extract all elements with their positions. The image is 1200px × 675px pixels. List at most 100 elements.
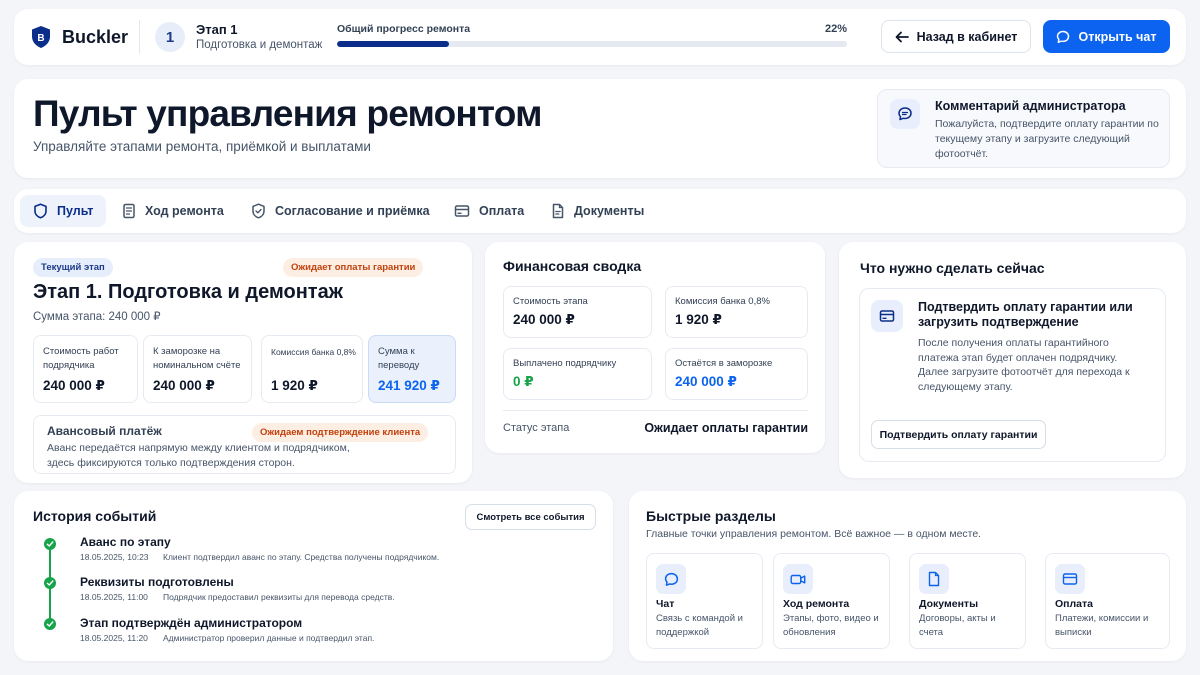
- tab-label: Пульт: [57, 204, 94, 218]
- metric-frozen-amount: К заморозке на номинальном счёте 240 000…: [143, 335, 252, 403]
- finance-bank-commission: Комиссия банка 0,8% 1 920 ₽: [665, 286, 808, 338]
- quick-item-title: Ход ремонта: [783, 598, 850, 610]
- quick-title: Быстрые разделы: [646, 508, 776, 524]
- admin-comment-text: Пожалуйста, подтвердите оплату гарантии …: [935, 118, 1159, 160]
- metric-contractor-cost: Стоимость работ подрядчика 240 000 ₽: [33, 335, 138, 403]
- finance-divider: [503, 410, 808, 411]
- finance-label: Выплачено подрядчику: [513, 358, 617, 369]
- check-icon: [44, 618, 56, 630]
- event-meta: 18.05.2025, 10:23 Клиент подтвердил аванс…: [80, 552, 439, 562]
- message-icon: [890, 99, 920, 129]
- metric-label: Стоимость работ подрядчика: [43, 346, 119, 371]
- card-icon: [1055, 564, 1085, 594]
- finance-status-value: Ожидает оплаты гарантии: [644, 421, 808, 435]
- file-icon: [919, 564, 949, 594]
- quick-documents[interactable]: Документы Договоры, акты и счета: [909, 553, 1026, 649]
- tab-dashboard[interactable]: Пульт: [20, 195, 107, 227]
- tab-documents[interactable]: Документы: [538, 195, 657, 227]
- progress-bar-fill: [337, 41, 450, 47]
- finance-label: Остаётся в заморозке: [675, 358, 773, 369]
- check-icon: [44, 538, 56, 550]
- quick-progress[interactable]: Ход ремонта Этапы, фото, видео и обновле…: [773, 553, 890, 649]
- quick-item-text: Договоры, акты и счета: [919, 613, 996, 638]
- current-stage-badge: Текущий этап: [33, 258, 113, 277]
- event-title: Реквизиты подготовлены: [80, 575, 234, 589]
- event-text: Администратор проверил данные и подтверд…: [163, 633, 375, 643]
- header-divider: [139, 20, 140, 54]
- metric-value: 240 000 ₽: [153, 378, 215, 393]
- tab-label: Ход ремонта: [145, 204, 224, 218]
- confirm-guarantee-payment-button[interactable]: Подтвердить оплату гарантии: [871, 420, 1046, 449]
- finance-label: Стоимость этапа: [513, 296, 588, 307]
- event-meta: 18.05.2025, 11:00 Подрядчик предоставил р…: [80, 592, 395, 602]
- event-date: 18.05.2025, 11:20: [80, 633, 148, 643]
- logo-shield-icon: B: [30, 25, 52, 49]
- header-stage-subtitle: Подготовка и демонтаж: [196, 39, 323, 51]
- stage-sum: Сумма этапа: 240 000 ₽: [33, 311, 161, 323]
- todo-task-title: Подтвердить оплату гарантии или загрузит…: [918, 300, 1133, 329]
- finance-paid-contractor: Выплачено подрядчику 0 ₽: [503, 348, 652, 400]
- history-title: История событий: [33, 508, 157, 524]
- metric-transfer-sum: Сумма к переводу 241 920 ₽: [368, 335, 456, 403]
- quick-item-title: Оплата: [1055, 598, 1094, 610]
- quick-item-text: Этапы, фото, видео и обновления: [783, 613, 879, 638]
- chat-icon: [656, 564, 686, 594]
- advance-payment-title: Авансовый платёж: [47, 424, 162, 438]
- quick-item-title: Документы: [919, 598, 979, 610]
- stage-number-badge: 1: [155, 22, 185, 52]
- view-all-events-button[interactable]: Смотреть все события: [465, 504, 596, 530]
- open-chat-button[interactable]: Открыть чат: [1043, 20, 1170, 53]
- stage-title: Этап 1. Подготовка и демонтаж: [33, 281, 343, 303]
- metric-bank-commission: Комиссия банка 0,8% 1 920 ₽: [261, 335, 363, 403]
- page-title: Пульт управления ремонтом: [33, 93, 542, 134]
- tab-label: Оплата: [479, 204, 525, 218]
- progress-bar: [337, 41, 847, 47]
- arrow-left-icon: [895, 31, 909, 43]
- metric-label: Комиссия банка 0,8%: [271, 347, 356, 357]
- video-icon: [783, 564, 813, 594]
- metric-value: 241 920 ₽: [378, 378, 440, 393]
- file-icon: [551, 203, 565, 219]
- tab-approval[interactable]: Согласование и приёмка: [238, 195, 443, 227]
- back-button-label: Назад в кабинет: [916, 29, 1018, 44]
- advance-status-badge: Ожидаем подтверждение клиента: [252, 423, 429, 442]
- tab-label: Документы: [574, 204, 645, 218]
- svg-text:B: B: [37, 33, 44, 44]
- finance-status-label: Статус этапа: [503, 422, 570, 434]
- finance-stage-cost: Стоимость этапа 240 000 ₽: [503, 286, 652, 338]
- card-icon: [871, 300, 903, 332]
- progress-label: Общий прогресс ремонта: [337, 23, 471, 35]
- chat-button-label: Открыть чат: [1078, 29, 1157, 44]
- todo-task-text: После получения оплаты гарантийного плат…: [918, 337, 1130, 393]
- quick-payment[interactable]: Оплата Платежи, комиссии и выписки: [1045, 553, 1170, 649]
- finance-value: 240 000 ₽: [675, 374, 737, 389]
- event-date: 18.05.2025, 10:23: [80, 552, 149, 562]
- admin-comment-title: Комментарий администратора: [935, 99, 1126, 113]
- stage-status-badge: Ожидает оплаты гарантии: [283, 258, 424, 277]
- shield-icon: [33, 203, 48, 219]
- document-icon: [122, 203, 136, 219]
- finance-value: 240 000 ₽: [513, 312, 575, 327]
- tab-payment[interactable]: Оплата: [441, 195, 537, 227]
- quick-item-text: Связь с командой и поддержкой: [656, 613, 743, 638]
- tab-progress[interactable]: Ход ремонта: [109, 195, 237, 227]
- event-meta: 18.05.2025, 11:20 Администратор проверил …: [80, 633, 374, 643]
- event-text: Клиент подтвердил аванс по этапу. Средст…: [163, 552, 440, 562]
- header-stage-title: Этап 1: [196, 22, 238, 37]
- finance-value: 0 ₽: [513, 374, 534, 389]
- quick-item-text: Платежи, комиссии и выписки: [1055, 613, 1149, 638]
- finance-value: 1 920 ₽: [675, 312, 722, 327]
- check-icon: [44, 577, 56, 589]
- quick-chat[interactable]: Чат Связь с командой и поддержкой: [646, 553, 763, 649]
- event-title: Этап подтверждён администратором: [80, 616, 303, 630]
- metric-label: Сумма к переводу: [378, 346, 420, 371]
- back-to-cabinet-button[interactable]: Назад в кабинет: [881, 20, 1031, 53]
- chat-icon: [1056, 30, 1070, 44]
- tab-label: Согласование и приёмка: [275, 204, 430, 218]
- finance-frozen-remaining: Остаётся в заморозке 240 000 ₽: [665, 348, 808, 400]
- quick-subtitle: Главные точки управления ремонтом. Всё в…: [646, 528, 982, 540]
- event-title: Аванс по этапу: [80, 535, 171, 549]
- metric-label: К заморозке на номинальном счёте: [153, 346, 241, 371]
- shield-check-icon: [251, 203, 266, 219]
- finance-label: Комиссия банка 0,8%: [675, 296, 770, 307]
